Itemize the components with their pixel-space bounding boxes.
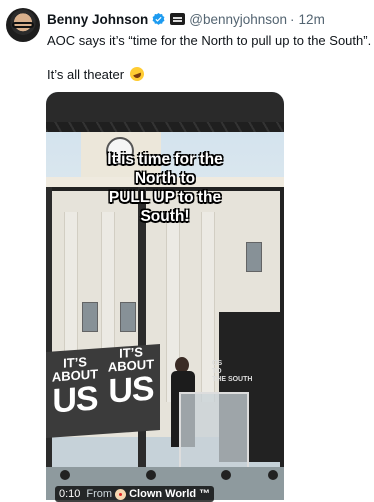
sign-block-right: IT’S ABOUT US [104,344,158,410]
affiliate-badge-icon [170,13,186,25]
tweet-text-line-2: It’s all theater [47,65,146,83]
tweet-header: Benny Johnson @bennyjohnson · 12m [47,10,325,28]
banner-line: OS [212,360,223,367]
caption-line: It is time for the [107,151,223,168]
video-caption: It is time for the North to PULL UP to t… [46,150,284,226]
video-frame-pole [46,187,52,487]
sign-text-us: US [108,369,154,411]
video-wheel [221,470,231,480]
laughing-emoji-icon [127,65,146,83]
author-name[interactable]: Benny Johnson [47,12,148,27]
video-wheel [60,470,70,480]
tweet-text-line-2-label: It’s all theater [47,67,125,82]
video-wheel [146,470,156,480]
video-player[interactable]: OS TO THE SOUTH IT’S ABOUT US IT’S ABOUT… [46,92,284,500]
author-handle[interactable]: @bennyjohnson [189,12,287,27]
video-sign: IT’S ABOUT US IT’S ABOUT US [46,344,160,438]
video-wheel [268,470,278,480]
caption-line: South! [140,208,190,225]
sign-block-left: IT’S ABOUT US [48,354,102,420]
verified-badge-icon [152,12,165,25]
video-truss [46,122,284,132]
clown-emoji-icon [115,488,127,500]
avatar[interactable] [6,8,40,42]
video-banner-text: OS TO THE SOUTH [212,360,272,384]
tweet[interactable]: Benny Johnson @bennyjohnson · 12m AOC sa… [0,0,374,502]
tweet-timestamp[interactable]: 12m [299,12,325,27]
header-separator: · [290,11,295,27]
sign-text-us: US [52,379,98,421]
caption-line: North to [134,170,196,187]
video-frame-pole [138,187,146,487]
banner-line: TO [212,368,222,375]
caption-line: PULL UP to the [108,189,222,206]
tweet-text-line-1: AOC says it’s “time for the North to pul… [47,33,372,48]
banner-line: THE SOUTH [212,376,253,383]
